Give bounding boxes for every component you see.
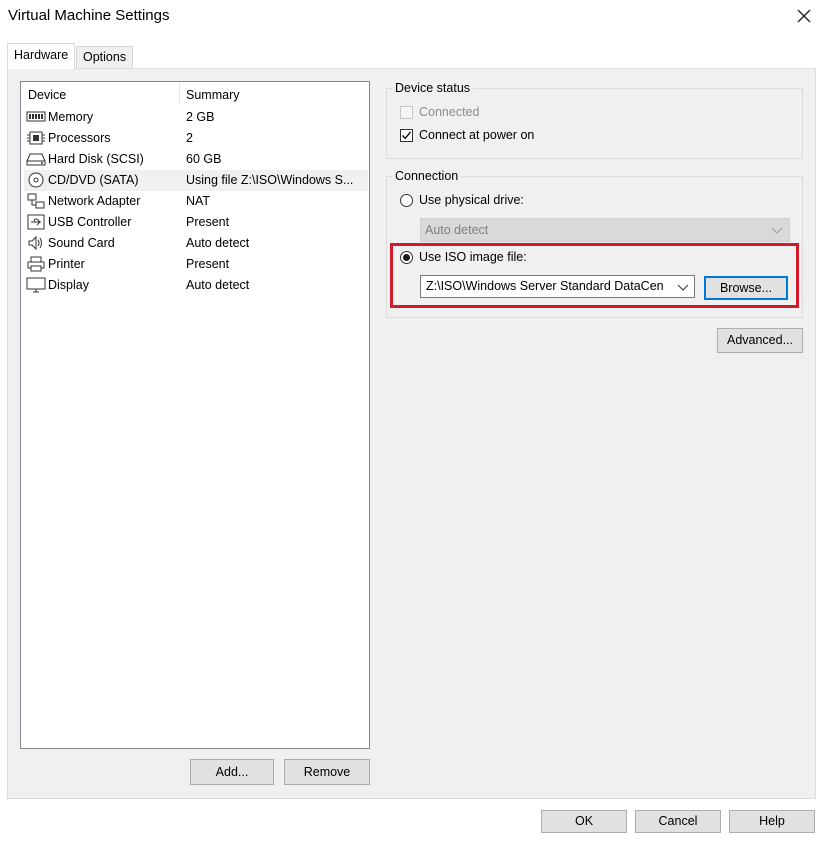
device-row-hard-disk[interactable]: Hard Disk (SCSI) 60 GB: [24, 149, 368, 170]
chevron-down-icon: [771, 227, 783, 234]
device-name: Network Adapter: [48, 194, 141, 208]
device-name: CD/DVD (SATA): [48, 173, 139, 187]
device-summary: 2 GB: [186, 110, 215, 124]
physical-drive-value: Auto detect: [425, 223, 489, 237]
device-name: USB Controller: [48, 215, 132, 229]
device-name: Processors: [48, 131, 111, 145]
device-row-printer[interactable]: Printer Present: [24, 254, 368, 275]
device-row-network-adapter[interactable]: Network Adapter NAT: [24, 191, 368, 212]
use-physical-drive-radio[interactable]: [400, 194, 413, 207]
iso-path-combobox[interactable]: Z:\ISO\Windows Server Standard DataCen: [420, 275, 695, 298]
usb-icon: [26, 214, 46, 230]
device-name: Sound Card: [48, 236, 115, 250]
radio-dot-icon: [403, 254, 410, 261]
device-summary: 60 GB: [186, 152, 222, 166]
ok-button[interactable]: OK: [541, 810, 627, 833]
connected-checkbox[interactable]: [400, 106, 413, 119]
device-status-group: [386, 88, 803, 159]
device-row-cd-dvd[interactable]: CD/DVD (SATA) Using file Z:\ISO\Windows …: [24, 170, 368, 191]
use-iso-image-label: Use ISO image file:: [419, 250, 527, 264]
device-summary: NAT: [186, 194, 211, 208]
checkmark-icon: [401, 131, 412, 140]
device-row-memory[interactable]: Memory 2 GB: [24, 107, 368, 128]
processor-icon: [26, 130, 46, 146]
device-row-usb-controller[interactable]: USB Controller Present: [24, 212, 368, 233]
hard-disk-icon: [26, 151, 46, 167]
window-title: Virtual Machine Settings: [8, 7, 170, 24]
help-button[interactable]: Help: [729, 810, 815, 833]
memory-icon: [26, 109, 46, 125]
device-name: Printer: [48, 257, 85, 271]
iso-path-value: Z:\ISO\Windows Server Standard DataCen: [426, 279, 664, 293]
chevron-down-icon[interactable]: [677, 284, 689, 292]
device-row-processors[interactable]: Processors 2: [24, 128, 368, 149]
device-row-display[interactable]: Display Auto detect: [24, 275, 368, 296]
browse-button[interactable]: Browse...: [704, 276, 788, 300]
device-column-header[interactable]: Device: [28, 88, 66, 102]
device-name: Memory: [48, 110, 94, 124]
device-name: Display: [48, 278, 89, 292]
physical-drive-select[interactable]: Auto detect: [420, 218, 790, 242]
device-summary: Auto detect: [186, 236, 250, 250]
device-row-sound-card[interactable]: Sound Card Auto detect: [24, 233, 368, 254]
device-list[interactable]: Device Summary Memory 2 GB Processors 2 …: [20, 81, 370, 749]
tab-options[interactable]: Options: [76, 46, 134, 68]
device-summary: Using file Z:\ISO\Windows S...: [186, 173, 354, 187]
tab-hardware[interactable]: Hardware: [7, 43, 76, 69]
advanced-button[interactable]: Advanced...: [717, 328, 803, 353]
cd-dvd-icon: [26, 172, 46, 188]
device-summary: Present: [186, 257, 230, 271]
connection-label: Connection: [392, 169, 462, 183]
connected-label: Connected: [419, 105, 480, 119]
device-name: Hard Disk (SCSI): [48, 152, 144, 166]
close-icon[interactable]: [792, 4, 816, 28]
use-physical-drive-label: Use physical drive:: [419, 193, 524, 207]
remove-button[interactable]: Remove: [284, 759, 370, 785]
device-summary: Auto detect: [186, 278, 250, 292]
use-iso-image-radio[interactable]: [400, 251, 413, 264]
display-icon: [26, 277, 46, 293]
device-summary: 2: [186, 131, 193, 145]
device-summary: Present: [186, 215, 230, 229]
column-divider: [179, 82, 180, 104]
device-status-label: Device status: [392, 81, 474, 95]
printer-icon: [26, 256, 46, 272]
add-button[interactable]: Add...: [190, 759, 274, 785]
connect-at-power-on-label: Connect at power on: [419, 128, 535, 142]
summary-column-header[interactable]: Summary: [186, 88, 239, 102]
connect-at-power-on-checkbox[interactable]: [400, 129, 413, 142]
network-adapter-icon: [26, 193, 46, 209]
sound-icon: [26, 235, 46, 251]
cancel-button[interactable]: Cancel: [635, 810, 721, 833]
